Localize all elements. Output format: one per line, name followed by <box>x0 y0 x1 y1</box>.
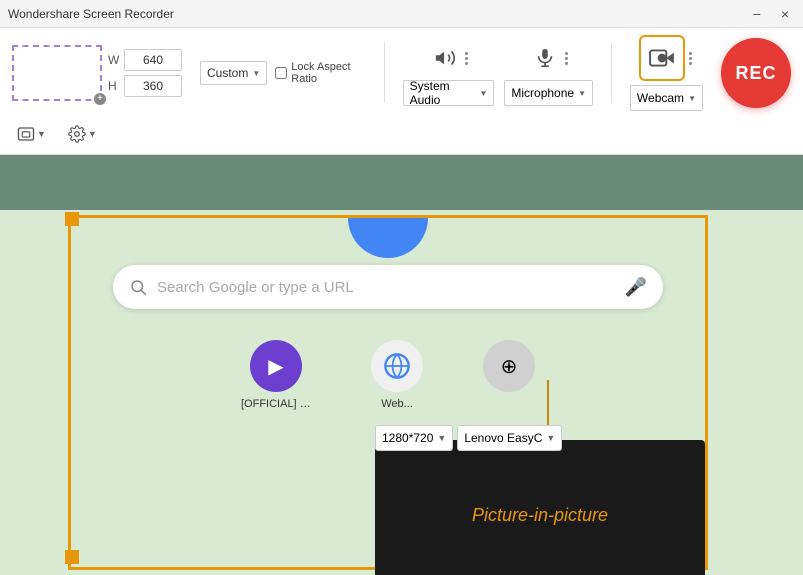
camera-select[interactable]: Lenovo EasyC ▼ <box>457 425 562 451</box>
settings-arrow: ▼ <box>88 129 97 139</box>
thumb-item-3[interactable]: ⊕ <box>483 340 535 410</box>
width-input[interactable] <box>124 49 182 71</box>
bottom-row: ▼ ▼ <box>0 118 803 154</box>
search-icon <box>129 278 147 296</box>
divider-2 <box>611 43 612 103</box>
webcam-group: Webcam ▼ <box>630 35 703 111</box>
custom-dropdown[interactable]: Custom ▼ <box>200 61 267 85</box>
thumb-label-1: [OFFICIAL] W... <box>241 398 311 410</box>
lock-aspect-text: Lock Aspect Ratio <box>291 61 365 85</box>
microphone-icon-area <box>527 40 570 76</box>
microphone-item: Microphone ▼ <box>504 40 593 106</box>
app-title: Wondershare Screen Recorder <box>8 7 174 21</box>
settings-btn[interactable]: ▼ <box>63 122 102 146</box>
wh-inputs: W H <box>108 49 182 97</box>
custom-select-row: Custom ▼ Lock Aspect Ratio <box>200 61 366 85</box>
webcam-arrow: ▼ <box>688 94 696 103</box>
height-input[interactable] <box>124 75 182 97</box>
thumb-item-1[interactable]: ▶ [OFFICIAL] W... <box>241 340 311 410</box>
microphone-label: Microphone <box>511 86 574 100</box>
camera-arrow: ▼ <box>546 433 555 443</box>
microphone-dropdown[interactable]: Microphone ▼ <box>504 80 593 106</box>
thumb-icon-2 <box>371 340 423 392</box>
webcam-label: Webcam <box>637 91 684 105</box>
thumb-icon-3: ⊕ <box>483 340 535 392</box>
microphone-icon[interactable] <box>527 40 563 76</box>
web-icon <box>383 352 411 380</box>
custom-label: Custom <box>207 66 248 80</box>
system-audio-arrow: ▼ <box>479 89 487 98</box>
system-audio-dropdown[interactable]: System Audio ▼ <box>403 80 495 106</box>
region-preview[interactable] <box>12 45 102 101</box>
controls-row: W H Custom ▼ Lock Aspect Ratio <box>0 28 803 118</box>
close-button[interactable]: × <box>775 4 795 24</box>
screen-capture-btn[interactable]: ▼ <box>12 122 51 146</box>
title-bar-controls: − × <box>747 4 795 24</box>
corner-bl <box>65 550 79 564</box>
screen-capture-arrow: ▼ <box>37 129 46 139</box>
thumb-label-2: Web... <box>381 398 413 410</box>
lock-aspect-checkbox[interactable] <box>275 67 287 79</box>
webcam-button[interactable] <box>639 35 685 81</box>
top-panel: Wondershare Screen Recorder − × W H <box>0 0 803 155</box>
minimize-button[interactable]: − <box>747 4 767 24</box>
rec-button[interactable]: REC <box>721 38 791 108</box>
resolution-label: 1280*720 <box>382 431 433 445</box>
microphone-dots[interactable] <box>563 50 570 67</box>
system-audio-icon-area <box>427 40 470 76</box>
search-bar[interactable]: Search Google or type a URL 🎤 <box>113 265 663 309</box>
lock-aspect-label[interactable]: Lock Aspect Ratio <box>275 61 365 85</box>
resolution-arrow: ▼ <box>437 433 446 443</box>
corner-tl <box>65 212 79 226</box>
search-placeholder: Search Google or type a URL <box>157 279 615 296</box>
divider-1 <box>384 43 385 103</box>
w-label: W <box>108 53 120 67</box>
width-row: W <box>108 49 182 71</box>
browser-area: Search Google or type a URL 🎤 ▶ [OFFICIA… <box>0 210 803 575</box>
thumb-item-2[interactable]: Web... <box>371 340 423 410</box>
title-bar: Wondershare Screen Recorder − × <box>0 0 803 28</box>
mic-search-icon[interactable]: 🎤 <box>625 277 647 298</box>
thumbnails-row: ▶ [OFFICIAL] W... Web... ⊕ <box>68 340 708 410</box>
system-audio-label: System Audio <box>410 79 476 107</box>
region-selector: W H <box>12 45 182 101</box>
system-audio-dots[interactable] <box>463 50 470 67</box>
height-row: H <box>108 75 182 97</box>
search-bar-container: Search Google or type a URL 🎤 <box>68 265 708 309</box>
thumb-icon-1: ▶ <box>250 340 302 392</box>
webcam-popup-text: Picture-in-picture <box>472 505 608 526</box>
microphone-arrow: ▼ <box>578 89 586 98</box>
camera-label: Lenovo EasyC <box>464 431 542 445</box>
system-audio-item: System Audio ▼ <box>403 40 495 106</box>
custom-dropdown-arrow: ▼ <box>252 69 260 78</box>
webcam-popup: Picture-in-picture <box>375 440 705 575</box>
webcam-row <box>639 35 694 81</box>
h-label: H <box>108 79 120 93</box>
webcam-dropdown[interactable]: Webcam ▼ <box>630 85 703 111</box>
webcam-dots[interactable] <box>687 50 694 67</box>
system-audio-icon[interactable] <box>427 40 463 76</box>
webcam-settings-bar: 1280*720 ▼ Lenovo EasyC ▼ <box>375 425 562 451</box>
resolution-select[interactable]: 1280*720 ▼ <box>375 425 453 451</box>
